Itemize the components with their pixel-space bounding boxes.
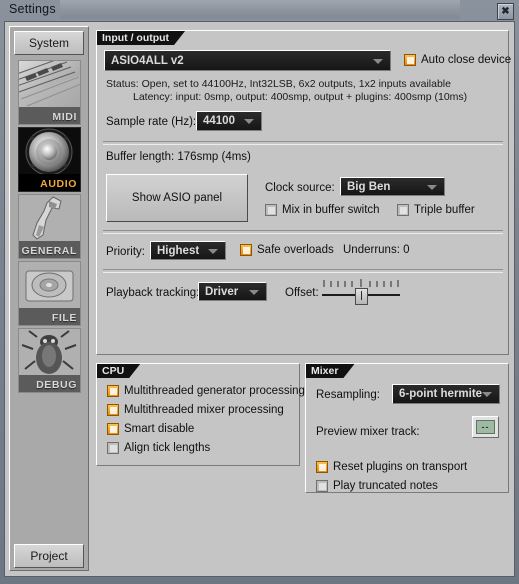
underruns-label: Underruns: 0 (343, 244, 410, 256)
sidebar-item-label: MIDI (52, 111, 77, 123)
safe-overloads-checkbox[interactable] (240, 244, 252, 256)
reset-plugins-on-transport-checkbox[interactable] (316, 461, 328, 473)
multithreaded-mixer-checkbox[interactable] (107, 404, 119, 416)
sidebar-item-file[interactable]: FILE (18, 261, 81, 326)
settings-pane: Input / output ASIO4ALL v2 Auto close de… (93, 26, 512, 571)
mix-in-buffer-switch-label: Mix in buffer switch (282, 204, 380, 216)
settings-content: System MIDI AUDIO GENERAL FILE DEBUG Pro… (4, 21, 515, 577)
reset-plugins-on-transport-label: Reset plugins on transport (333, 461, 468, 473)
sidebar-tab-system[interactable]: System (14, 31, 84, 55)
midi-keyboard-icon (19, 61, 80, 109)
window-title: Settings (9, 2, 56, 16)
auto-close-device-label: Auto close device (421, 54, 512, 66)
close-icon[interactable]: ✖ (497, 3, 514, 20)
checkbox-tick-icon (110, 407, 117, 414)
chevron-down-icon (427, 184, 437, 190)
checkbox-tick-icon (243, 247, 250, 254)
sidebar-item-label: GENERAL (21, 245, 77, 257)
settings-window: Settings ✖ System MIDI AUDIO GENERAL FIL… (0, 0, 519, 584)
chevron-down-icon (244, 119, 254, 124)
speaker-cone-icon (19, 128, 80, 176)
sample-rate-combo[interactable]: 44100 (196, 111, 262, 131)
group-tab-input-output: Input / output (97, 31, 185, 45)
playback-tracking-combo[interactable]: Driver (198, 282, 267, 301)
preview-mixer-track-display[interactable]: -- (472, 416, 499, 438)
play-truncated-notes-label: Play truncated notes (333, 480, 438, 492)
status-line-2: Latency: input: 0smp, output: 400smp, ou… (133, 91, 468, 103)
group-mixer: Mixer Resampling: 6-point hermite Previe… (305, 363, 509, 493)
checkbox-tick-icon (110, 426, 117, 433)
multithreaded-mixer-label: Multithreaded mixer processing (124, 404, 284, 416)
checkbox-tick-icon (268, 207, 275, 214)
mix-in-buffer-switch-checkbox[interactable] (265, 204, 277, 216)
divider-2 (103, 230, 503, 234)
multithreaded-generator-checkbox[interactable] (107, 385, 119, 397)
checkbox-tick-icon (319, 483, 326, 490)
sidebar-item-general[interactable]: GENERAL (18, 194, 81, 259)
preview-mixer-track-value: -- (476, 420, 495, 434)
chevron-down-icon (482, 392, 492, 397)
align-tick-lengths-label: Align tick lengths (124, 442, 211, 454)
chevron-down-icon (249, 289, 259, 295)
group-cpu: CPU Multithreaded generator processing M… (96, 363, 305, 466)
sidebar-item-midi[interactable]: MIDI (18, 60, 81, 125)
smart-disable-label: Smart disable (124, 423, 195, 435)
resampling-value: 6-point hermite (399, 388, 483, 400)
align-tick-lengths-checkbox[interactable] (107, 442, 119, 454)
safe-overloads-label: Safe overloads (257, 244, 334, 256)
play-truncated-notes-checkbox[interactable] (316, 480, 328, 492)
divider-3 (103, 269, 503, 273)
playback-tracking-value: Driver (205, 285, 239, 298)
clock-source-combo[interactable]: Big Ben (340, 177, 445, 196)
divider-1 (103, 141, 503, 145)
sidebar-item-label: FILE (51, 312, 77, 324)
checkbox-tick-icon (407, 57, 414, 64)
sidebar-item-label: DEBUG (36, 379, 77, 391)
sample-rate-value: 44100 (203, 115, 235, 127)
triple-buffer-checkbox[interactable] (397, 204, 409, 216)
multithreaded-generator-label: Multithreaded generator processing (124, 385, 305, 397)
checkbox-tick-icon (319, 464, 326, 471)
sidebar-item-debug[interactable]: DEBUG (18, 328, 81, 393)
auto-close-device-checkbox[interactable] (404, 54, 416, 66)
triple-buffer-label: Triple buffer (414, 204, 475, 216)
preview-mixer-track-label: Preview mixer track: (316, 426, 420, 438)
resampling-label: Resampling: (316, 389, 380, 401)
chevron-down-icon (208, 248, 218, 254)
checkbox-tick-icon (110, 388, 117, 395)
offset-slider[interactable] (322, 279, 400, 305)
clock-source-label: Clock source: (265, 182, 335, 194)
sidebar: System MIDI AUDIO GENERAL FILE DEBUG Pro… (9, 26, 89, 571)
buffer-length-label: Buffer length: 176smp (4ms) (106, 151, 251, 163)
checkbox-tick-icon (400, 207, 407, 214)
smart-disable-checkbox[interactable] (107, 423, 119, 435)
group-tab-cpu: CPU (97, 364, 140, 378)
audio-device-combo[interactable]: ASIO4ALL v2 (104, 50, 391, 71)
disk-drive-icon (19, 262, 80, 310)
group-tab-mixer: Mixer (306, 364, 354, 378)
audio-device-value: ASIO4ALL v2 (111, 54, 184, 67)
priority-combo[interactable]: Highest (150, 241, 226, 260)
titlebar-sheen (60, 0, 460, 19)
sample-rate-label: Sample rate (Hz): (106, 116, 197, 128)
clock-source-value: Big Ben (347, 180, 391, 193)
show-asio-panel-button[interactable]: Show ASIO panel (106, 174, 248, 222)
status-line-1: Status: Open, set to 44100Hz, Int32LSB, … (106, 78, 451, 90)
bug-icon (19, 329, 80, 377)
offset-slider-ticks (323, 279, 399, 287)
sidebar-tab-project[interactable]: Project (14, 544, 84, 568)
resampling-combo[interactable]: 6-point hermite (392, 384, 500, 404)
priority-label: Priority: (106, 246, 145, 258)
playback-tracking-label: Playback tracking: (106, 287, 200, 299)
sidebar-item-label: AUDIO (40, 178, 77, 190)
chevron-down-icon (373, 58, 383, 64)
sidebar-item-audio[interactable]: AUDIO (18, 127, 81, 192)
title-bar: Settings ✖ (0, 0, 519, 20)
checkbox-tick-icon (110, 445, 117, 452)
offset-slider-knob[interactable] (355, 288, 368, 305)
offset-label: Offset: (285, 287, 319, 299)
group-input-output: Input / output ASIO4ALL v2 Auto close de… (96, 30, 512, 355)
priority-value: Highest (157, 244, 200, 257)
wrench-icon (19, 195, 80, 243)
